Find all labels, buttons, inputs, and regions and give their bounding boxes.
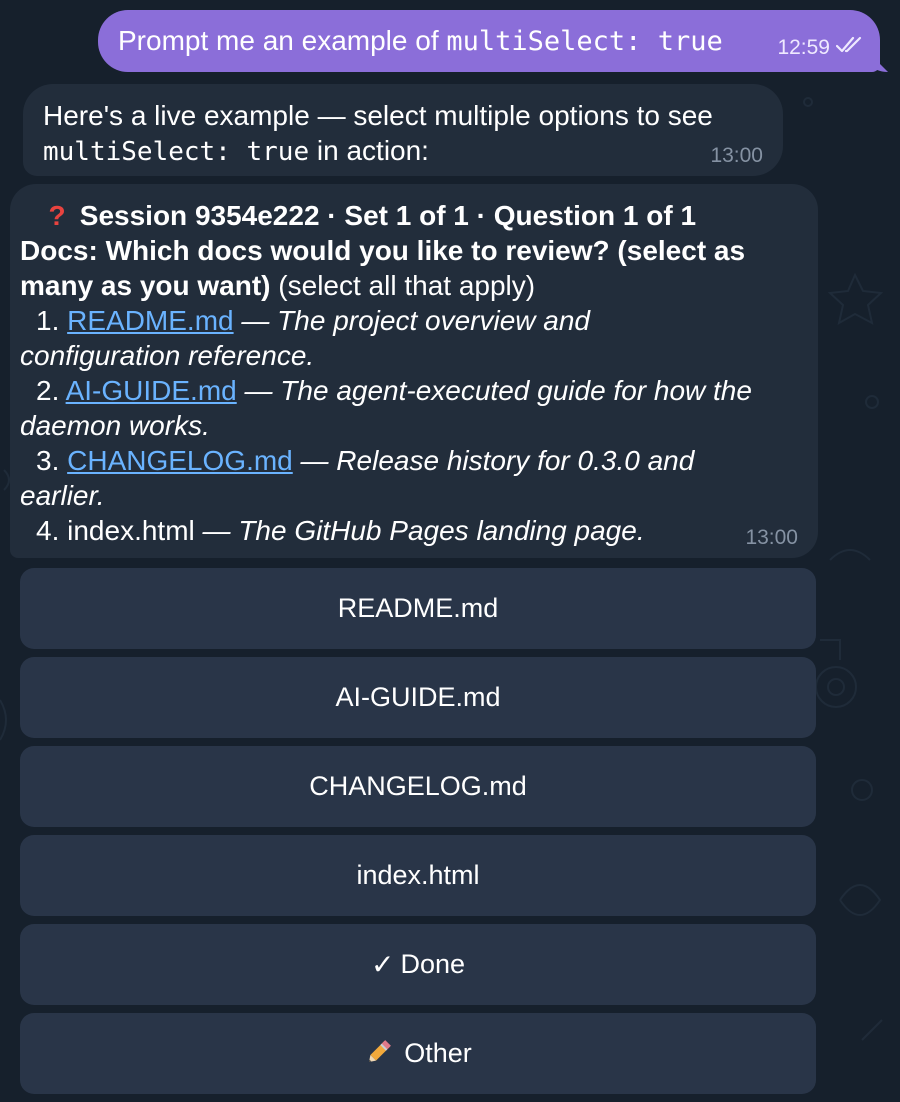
option-description: — Release history for 0.3.0 and [292, 445, 695, 476]
button-label: README.md [337, 593, 499, 623]
button-label: Other [404, 1038, 472, 1068]
question-prompt-bold: many as you want) [20, 270, 271, 301]
outgoing-message[interactable]: Prompt me an example of multiSelect: tru… [98, 10, 880, 72]
option-number: 2. [36, 375, 60, 406]
option-description-cont: earlier. [20, 480, 105, 511]
option-description-cont: daemon works. [20, 410, 210, 441]
option-line: 3. CHANGELOG.md — Release history for 0.… [20, 443, 802, 478]
double-check-icon [835, 36, 864, 60]
option-number: 3. [36, 445, 60, 476]
question-prompt-rest: (select all that apply) [270, 270, 536, 301]
other-button[interactable]: Other [20, 1013, 816, 1094]
option-plain-index: index.html [67, 515, 195, 546]
incoming-message-question[interactable]: ? Session 9354e222 · Set 1 of 1 · Questi… [10, 184, 818, 558]
reply-line-1: Here's a live example — select multiple … [43, 100, 713, 131]
option-link-ai-guide[interactable]: AI-GUIDE.md [66, 375, 237, 406]
option-line: 1. README.md — The project overview and [20, 303, 802, 338]
option-button-index[interactable]: index.html [20, 835, 816, 916]
option-button-readme[interactable]: README.md [20, 568, 816, 649]
button-label: AI-GUIDE.md [335, 682, 501, 712]
question-timestamp: 13:00 [745, 526, 798, 549]
question-prompt-line-2: many as you want) (select all that apply… [20, 268, 802, 303]
option-line-cont: daemon works. [20, 408, 802, 443]
reply-text: Here's a live example — select multiple … [43, 98, 713, 170]
question-header-line: ? Session 9354e222 · Set 1 of 1 · Questi… [42, 198, 802, 233]
button-label: index.html [356, 860, 480, 890]
outgoing-code-span: multiSelect: true [446, 26, 723, 57]
pencil-icon [364, 1035, 398, 1072]
option-line-cont: configuration reference. [20, 338, 802, 373]
option-description: — The GitHub Pages landing page. [194, 515, 645, 546]
option-button-ai-guide[interactable]: AI-GUIDE.md [20, 657, 816, 738]
outgoing-timestamp: 12:59 [777, 36, 830, 59]
question-body: ? Session 9354e222 · Set 1 of 1 · Questi… [20, 198, 802, 548]
bubble-tail [872, 54, 894, 72]
option-description: — The agent-executed guide for how the [236, 375, 752, 406]
done-button[interactable]: ✓ Done [20, 924, 816, 1005]
incoming-message-reply[interactable]: Here's a live example — select multiple … [23, 84, 783, 176]
option-link-changelog[interactable]: CHANGELOG.md [67, 445, 293, 476]
reply-code-span: multiSelect: true [43, 137, 310, 167]
option-description-cont: configuration reference. [20, 340, 315, 371]
option-link-readme[interactable]: README.md [67, 305, 233, 336]
option-number: 1. [36, 305, 60, 336]
button-label: Done [400, 949, 465, 979]
reply-line-2-rest: in action: [309, 135, 429, 166]
option-description: — The project overview and [233, 305, 590, 336]
option-line: 2. AI-GUIDE.md — The agent-executed guid… [20, 373, 802, 408]
question-prompt-line-1: Docs: Which docs would you like to revie… [20, 235, 746, 266]
check-icon: ✓ [370, 949, 395, 980]
option-line-cont: earlier. [20, 478, 802, 513]
outgoing-meta: 12:59 [777, 36, 864, 60]
outgoing-message-text: Prompt me an example of multiSelect: tru… [118, 24, 723, 59]
option-line: 4. index.html — The GitHub Pages landing… [20, 513, 802, 548]
question-header: Session 9354e222 · Set 1 of 1 · Question… [79, 200, 697, 231]
reply-line-2: multiSelect: true in action: [43, 133, 713, 170]
question-mark-icon: ? [48, 200, 66, 231]
option-button-changelog[interactable]: CHANGELOG.md [20, 746, 816, 827]
option-number: 4. [36, 515, 60, 546]
outgoing-text-plain: Prompt me an example of [118, 25, 447, 56]
reply-timestamp: 13:00 [710, 144, 763, 167]
button-label: CHANGELOG.md [309, 771, 527, 801]
